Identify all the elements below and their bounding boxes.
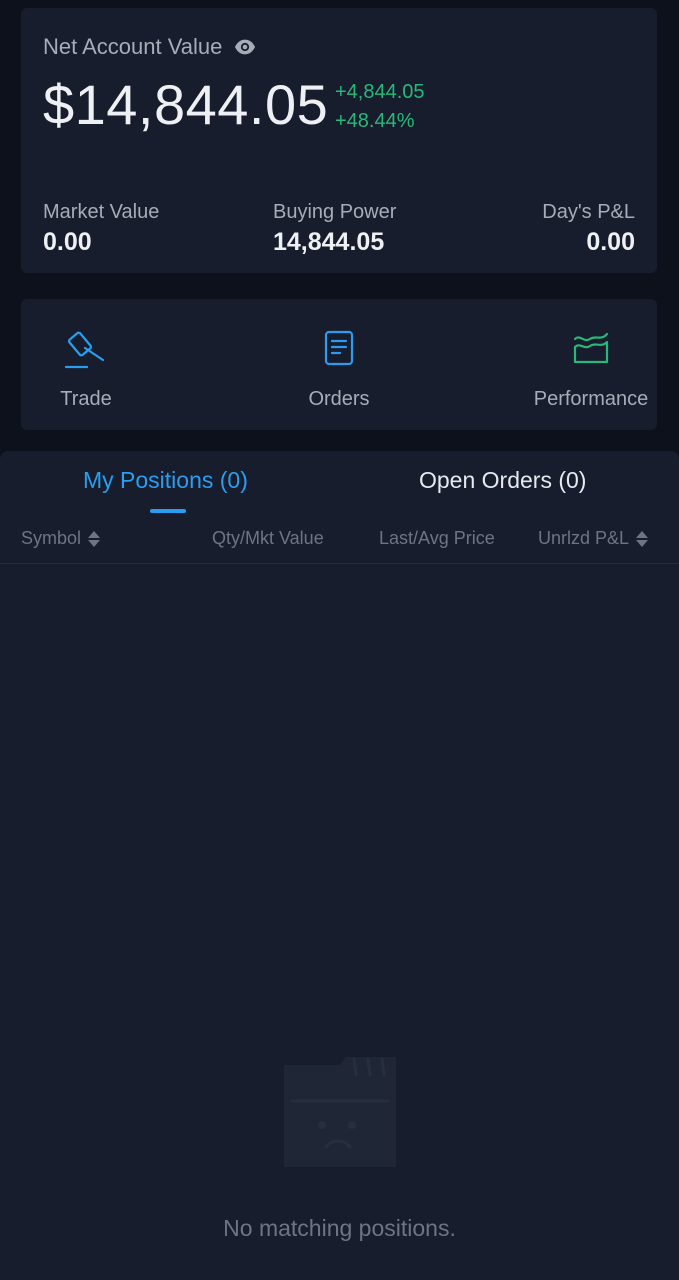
column-header-pnl[interactable]: Unrlzd P&L xyxy=(538,528,649,549)
sort-icon xyxy=(88,530,101,547)
column-last-label: Last/Avg Price xyxy=(379,528,495,548)
change-percent: +48.44% xyxy=(335,110,415,132)
trade-label: Trade xyxy=(60,388,112,410)
buying-power-stat: Buying Power 14,844.05 xyxy=(273,201,396,257)
market-value-label: Market Value xyxy=(43,201,160,223)
orders-button[interactable]: Orders xyxy=(259,325,419,411)
trade-button[interactable]: Trade xyxy=(6,325,166,411)
net-account-value-label: Net Account Value xyxy=(43,34,223,59)
empty-state-message: No matching positions. xyxy=(223,1215,456,1241)
performance-button[interactable]: Performance xyxy=(511,325,671,411)
eye-icon[interactable] xyxy=(234,36,256,58)
column-qty-label: Qty/Mkt Value xyxy=(212,528,324,548)
performance-label: Performance xyxy=(533,388,649,410)
quick-actions-card: Trade Orders Performance xyxy=(21,299,657,430)
tab-my-positions[interactable]: My Positions (0) xyxy=(83,467,248,494)
active-tab-indicator xyxy=(150,509,186,513)
net-account-value-header: Net Account Value xyxy=(43,34,256,60)
chart-area-icon xyxy=(573,332,609,364)
column-header-qty: Qty/Mkt Value xyxy=(212,528,324,549)
document-icon xyxy=(324,330,354,366)
net-account-value: $14,844.05 xyxy=(43,73,329,136)
gavel-icon xyxy=(64,331,105,369)
column-symbol-label: Symbol xyxy=(21,528,82,548)
change-amount: +4,844.05 xyxy=(335,81,425,103)
header-divider xyxy=(0,563,679,564)
account-summary-card: Net Account Value $14,844.05 +4,844.05 +… xyxy=(21,8,657,273)
days-pnl-stat: Day's P&L 0.00 xyxy=(542,201,635,257)
positions-panel: My Positions (0) Open Orders (0) Symbol … xyxy=(0,451,679,1280)
orders-label: Orders xyxy=(308,388,370,410)
buying-power-value: 14,844.05 xyxy=(273,228,385,256)
column-header-symbol[interactable]: Symbol xyxy=(21,528,101,549)
account-change: +4,844.05 +48.44% xyxy=(335,78,425,136)
market-value-value: 0.00 xyxy=(43,228,92,256)
buying-power-label: Buying Power xyxy=(273,201,397,223)
tab-open-orders[interactable]: Open Orders (0) xyxy=(419,467,586,494)
market-value-stat: Market Value 0.00 xyxy=(43,201,159,257)
column-pnl-label: Unrlzd P&L xyxy=(538,528,630,548)
days-pnl-label: Day's P&L xyxy=(542,201,635,223)
days-pnl-value: 0.00 xyxy=(586,228,635,256)
sort-icon xyxy=(636,530,649,547)
empty-folder-icon xyxy=(284,1057,396,1167)
column-header-last: Last/Avg Price xyxy=(379,528,495,549)
